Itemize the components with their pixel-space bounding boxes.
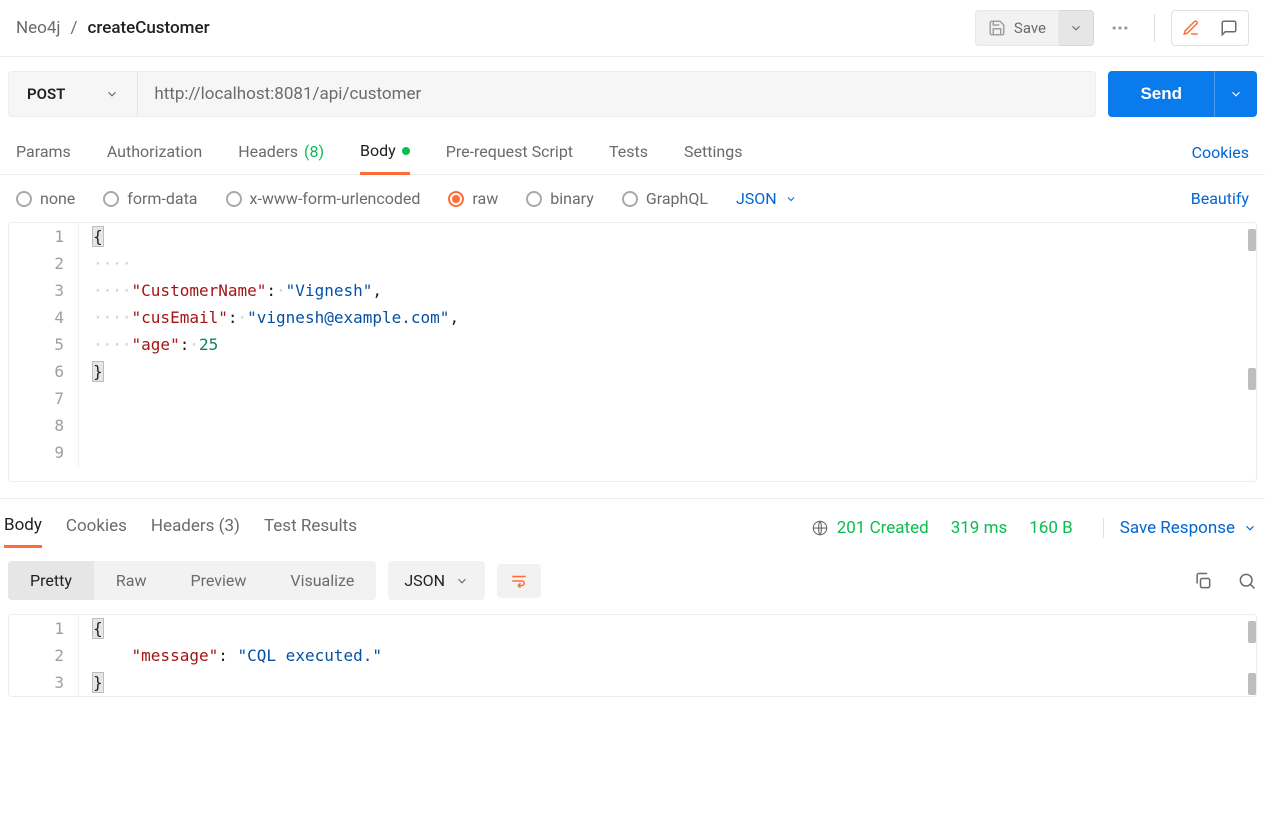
resp-tab-testresults[interactable]: Test Results bbox=[264, 510, 357, 546]
send-button[interactable]: Send bbox=[1108, 71, 1214, 117]
save-label: Save bbox=[1014, 19, 1046, 37]
copy-icon bbox=[1193, 571, 1213, 591]
dots-icon bbox=[1110, 18, 1130, 38]
body-type-formdata[interactable]: form-data bbox=[103, 189, 197, 208]
copy-response-button[interactable] bbox=[1193, 571, 1213, 591]
response-size[interactable]: 160 B bbox=[1029, 518, 1072, 538]
line-number: 3 bbox=[9, 669, 79, 696]
send-dropdown[interactable] bbox=[1214, 71, 1257, 117]
breadcrumb: Neo4j / createCustomer bbox=[16, 18, 210, 38]
http-method-select[interactable]: POST bbox=[9, 72, 138, 116]
save-icon bbox=[988, 19, 1006, 37]
breadcrumb-separator: / bbox=[70, 18, 77, 38]
tab-headers[interactable]: Headers (8) bbox=[238, 132, 324, 173]
view-preview[interactable]: Preview bbox=[168, 561, 268, 600]
http-method-value: POST bbox=[27, 85, 65, 103]
line-number: 9 bbox=[9, 439, 79, 466]
line-number: 1 bbox=[9, 223, 79, 250]
status-code[interactable]: 201 Created bbox=[837, 518, 929, 538]
headers-count: (8) bbox=[304, 142, 324, 161]
chevron-down-icon bbox=[1229, 87, 1243, 101]
response-time[interactable]: 319 ms bbox=[951, 518, 1008, 538]
view-raw[interactable]: Raw bbox=[94, 561, 169, 600]
save-dropdown[interactable] bbox=[1059, 10, 1094, 46]
request-body-editor[interactable]: 1{ 2···· 3····"CustomerName":·"Vignesh",… bbox=[8, 222, 1257, 482]
chevron-down-icon bbox=[105, 87, 119, 101]
tab-body-label: Body bbox=[360, 141, 396, 160]
body-type-binary[interactable]: binary bbox=[526, 189, 594, 208]
body-type-graphql[interactable]: GraphQL bbox=[622, 189, 708, 208]
comments-button[interactable] bbox=[1212, 13, 1246, 43]
documentation-button[interactable] bbox=[1174, 13, 1208, 43]
raw-format-select[interactable]: JSON bbox=[736, 189, 797, 208]
tab-settings[interactable]: Settings bbox=[684, 132, 742, 173]
tab-body[interactable]: Body bbox=[360, 131, 410, 175]
tab-prerequest[interactable]: Pre-request Script bbox=[446, 132, 573, 173]
line-number: 2 bbox=[9, 250, 79, 277]
breadcrumb-collection[interactable]: Neo4j bbox=[16, 18, 60, 38]
request-input-group: POST http://localhost:8081/api/customer bbox=[8, 71, 1096, 117]
resp-tab-body[interactable]: Body bbox=[4, 509, 42, 548]
chevron-down-icon bbox=[1243, 521, 1257, 535]
tab-headers-label: Headers bbox=[238, 142, 298, 161]
tab-tests[interactable]: Tests bbox=[609, 132, 648, 173]
line-number: 2 bbox=[9, 642, 79, 669]
tab-authorization[interactable]: Authorization bbox=[107, 132, 202, 173]
tab-params[interactable]: Params bbox=[16, 132, 71, 173]
resp-tab-headers[interactable]: Headers (3) bbox=[151, 510, 240, 546]
view-visualize[interactable]: Visualize bbox=[268, 561, 376, 600]
pencil-icon bbox=[1182, 19, 1200, 37]
chevron-down-icon bbox=[785, 193, 797, 205]
cookies-link[interactable]: Cookies bbox=[1192, 133, 1249, 172]
wrap-lines-button[interactable] bbox=[497, 564, 541, 598]
divider bbox=[1154, 14, 1155, 42]
line-number: 5 bbox=[9, 331, 79, 358]
line-number: 3 bbox=[9, 277, 79, 304]
line-number: 7 bbox=[9, 385, 79, 412]
comment-icon bbox=[1220, 19, 1238, 37]
line-number: 1 bbox=[9, 615, 79, 642]
line-number: 6 bbox=[9, 358, 79, 385]
save-response-button[interactable]: Save Response bbox=[1103, 518, 1257, 538]
save-button[interactable]: Save bbox=[975, 10, 1059, 46]
line-number: 4 bbox=[9, 304, 79, 331]
search-response-button[interactable] bbox=[1237, 571, 1257, 591]
body-type-none[interactable]: none bbox=[16, 189, 75, 208]
breadcrumb-request[interactable]: createCustomer bbox=[87, 18, 209, 38]
chevron-down-icon bbox=[1069, 21, 1083, 35]
response-body-editor[interactable]: 1{ 2 "message": "CQL executed." 3} bbox=[8, 614, 1257, 697]
resp-headers-count: (3) bbox=[219, 516, 240, 536]
more-actions-button[interactable] bbox=[1102, 10, 1138, 46]
response-format-select[interactable]: JSON bbox=[388, 561, 485, 600]
request-url-input[interactable]: http://localhost:8081/api/customer bbox=[138, 72, 1095, 116]
body-type-urlencoded[interactable]: x-www-form-urlencoded bbox=[226, 189, 421, 208]
globe-icon bbox=[811, 519, 829, 537]
chevron-down-icon bbox=[455, 574, 469, 588]
resp-tab-cookies[interactable]: Cookies bbox=[66, 510, 127, 546]
body-type-raw[interactable]: raw bbox=[448, 189, 498, 208]
wrap-icon bbox=[509, 572, 529, 590]
view-pretty[interactable]: Pretty bbox=[8, 561, 94, 600]
unsaved-indicator bbox=[402, 147, 410, 155]
line-number: 8 bbox=[9, 412, 79, 439]
beautify-link[interactable]: Beautify bbox=[1191, 189, 1249, 208]
search-icon bbox=[1237, 571, 1257, 591]
